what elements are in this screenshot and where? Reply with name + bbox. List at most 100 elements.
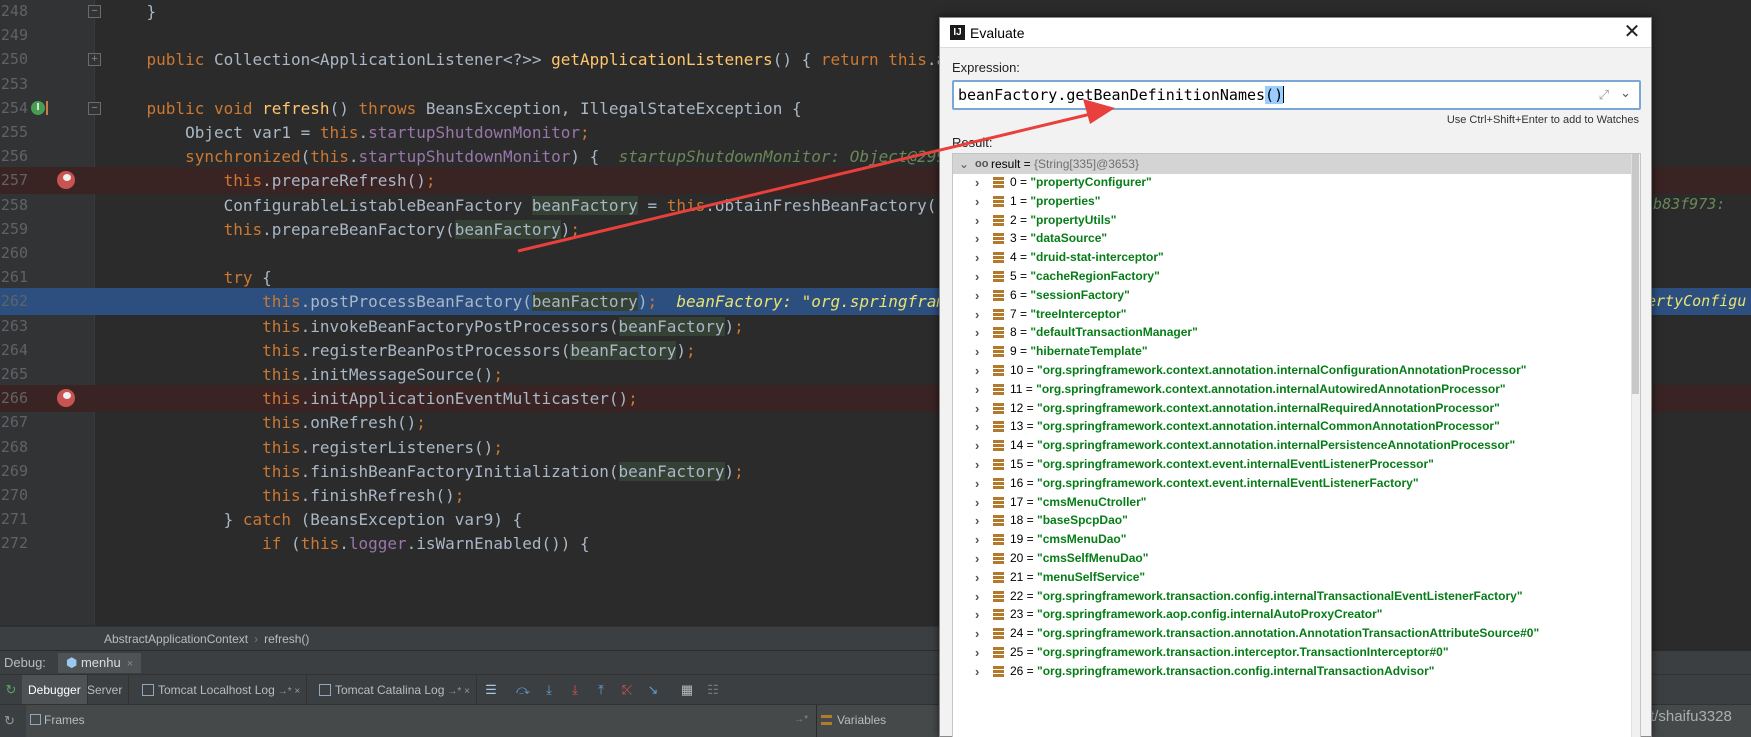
dialog-title-bar[interactable]: IJ Evaluate ✕: [940, 18, 1651, 48]
chevron-right-icon[interactable]: ›: [975, 605, 979, 624]
tree-row[interactable]: › 24 = "org.springframework.transaction.a…: [953, 624, 1640, 643]
line-number[interactable]: 261: [0, 264, 28, 291]
close-icon[interactable]: ×: [127, 658, 133, 670]
tree-row[interactable]: › 21 = "menuSelfService": [953, 568, 1640, 587]
chevron-down-icon[interactable]: ⌄: [959, 154, 969, 174]
tab-debugger[interactable]: Debugger: [22, 675, 88, 705]
implements-icon[interactable]: I: [31, 100, 45, 115]
chevron-right-icon[interactable]: ›: [975, 173, 979, 192]
tab-tomcat-localhost-log[interactable]: Tomcat Localhost Log →* ×: [136, 675, 308, 705]
result-root-row[interactable]: ⌄ oo result = {String[335]@3653}: [953, 154, 1640, 174]
tree-row[interactable]: › 23 = "org.springframework.aop.config.in…: [953, 605, 1640, 624]
tree-row[interactable]: › 0 = "propertyConfigurer": [953, 173, 1640, 192]
chevron-down-icon[interactable]: ⌄: [1620, 85, 1631, 101]
overrides-arrow-icon[interactable]: [46, 100, 50, 115]
line-number[interactable]: 249: [0, 22, 28, 49]
pin-icon[interactable]: →* ×: [278, 686, 301, 697]
line-number[interactable]: 264: [0, 337, 28, 364]
chevron-right-icon[interactable]: ›: [975, 493, 979, 512]
line-number[interactable]: 257: [0, 167, 28, 194]
chevron-right-icon[interactable]: ›: [975, 361, 979, 380]
tree-row[interactable]: › 11 = "org.springframework.context.annot…: [953, 380, 1640, 399]
scrollbar[interactable]: [1631, 154, 1640, 737]
tree-row[interactable]: › 9 = "hibernateTemplate": [953, 342, 1640, 361]
chevron-right-icon[interactable]: ›: [975, 342, 979, 361]
show-execution-point-icon[interactable]: ☰: [484, 683, 498, 697]
tree-row[interactable]: › 5 = "cacheRegionFactory": [953, 267, 1640, 286]
tree-row[interactable]: › 12 = "org.springframework.context.annot…: [953, 399, 1640, 418]
tab-tomcat-catalina-log[interactable]: Tomcat Catalina Log →* ×: [313, 675, 477, 705]
chevron-right-icon[interactable]: ›: [975, 248, 979, 267]
restore-layout-icon[interactable]: ↻: [4, 713, 15, 729]
line-number[interactable]: 263: [0, 313, 28, 340]
chevron-right-icon[interactable]: ›: [975, 549, 979, 568]
chevron-right-icon[interactable]: ›: [975, 587, 979, 606]
tree-row[interactable]: › 15 = "org.springframework.context.event…: [953, 455, 1640, 474]
chevron-right-icon[interactable]: ›: [975, 399, 979, 418]
line-number[interactable]: 255: [0, 119, 28, 146]
step-into-icon[interactable]: ⤓: [542, 683, 556, 697]
scrollbar-thumb[interactable]: [1632, 154, 1639, 394]
line-number[interactable]: 258: [0, 192, 28, 219]
tree-row[interactable]: › 16 = "org.springframework.context.event…: [953, 474, 1640, 493]
chevron-right-icon[interactable]: ›: [975, 436, 979, 455]
line-number[interactable]: 256: [0, 143, 28, 170]
tree-row[interactable]: › 26 = "org.springframework.transaction.c…: [953, 662, 1640, 681]
line-number[interactable]: 259: [0, 216, 28, 243]
pin-icon[interactable]: →*: [794, 705, 808, 735]
chevron-right-icon[interactable]: ›: [975, 568, 979, 587]
line-number[interactable]: 265: [0, 361, 28, 388]
result-tree[interactable]: ⌄ oo result = {String[335]@3653} › 0 = "p…: [952, 153, 1641, 737]
fold-toggle-icon[interactable]: +: [88, 53, 101, 67]
line-number[interactable]: 270: [0, 482, 28, 509]
line-number[interactable]: 272: [0, 530, 28, 557]
chevron-right-icon[interactable]: ›: [975, 286, 979, 305]
chevron-right-icon[interactable]: ›: [975, 192, 979, 211]
expand-icon[interactable]: ⤢: [1599, 87, 1609, 103]
evaluate-dialog[interactable]: IJ Evaluate ✕ Expression: beanFactory.ge…: [939, 17, 1652, 737]
tree-row[interactable]: › 6 = "sessionFactory": [953, 286, 1640, 305]
chevron-right-icon[interactable]: ›: [975, 455, 979, 474]
chevron-right-icon[interactable]: ›: [975, 662, 979, 681]
tree-row[interactable]: › 4 = "druid-stat-interceptor": [953, 248, 1640, 267]
breadcrumb-method[interactable]: refresh(): [264, 632, 309, 646]
tree-row[interactable]: › 2 = "propertyUtils": [953, 211, 1640, 230]
force-step-into-icon[interactable]: ⤓: [568, 683, 582, 697]
run-to-cursor-icon[interactable]: ↘: [646, 683, 660, 697]
line-number[interactable]: 262: [0, 288, 28, 315]
chevron-right-icon[interactable]: ›: [975, 380, 979, 399]
drop-frame-icon[interactable]: ⤪: [620, 683, 634, 697]
tree-row[interactable]: › 19 = "cmsMenuDao": [953, 530, 1640, 549]
tree-row[interactable]: › 14 = "org.springframework.context.annot…: [953, 436, 1640, 455]
chevron-right-icon[interactable]: ›: [975, 323, 979, 342]
chevron-right-icon[interactable]: ›: [975, 511, 979, 530]
chevron-right-icon[interactable]: ›: [975, 530, 979, 549]
tree-row[interactable]: › 13 = "org.springframework.context.annot…: [953, 417, 1640, 436]
step-out-icon[interactable]: ⤒: [594, 683, 608, 697]
chevron-right-icon[interactable]: ›: [975, 305, 979, 324]
evaluate-expression-icon[interactable]: ▦: [680, 683, 694, 697]
line-number[interactable]: 253: [0, 71, 28, 98]
line-number[interactable]: 260: [0, 240, 28, 267]
tree-row[interactable]: › 22 = "org.springframework.transaction.c…: [953, 587, 1640, 606]
rerun-icon[interactable]: ↻: [4, 683, 18, 697]
tree-row[interactable]: › 20 = "cmsSelfMenuDao": [953, 549, 1640, 568]
close-icon[interactable]: ✕: [1621, 21, 1643, 43]
fold-toggle-icon[interactable]: −: [88, 101, 101, 115]
chevron-right-icon[interactable]: ›: [975, 643, 979, 662]
tree-row[interactable]: › 8 = "defaultTransactionManager": [953, 323, 1640, 342]
line-number[interactable]: 254: [0, 95, 28, 122]
chevron-right-icon[interactable]: ›: [975, 474, 979, 493]
chevron-right-icon[interactable]: ›: [975, 417, 979, 436]
frames-header[interactable]: Frames →*: [26, 705, 816, 737]
expression-input[interactable]: beanFactory.getBeanDefinitionNames() ⤢ ⌄: [952, 80, 1641, 110]
line-number[interactable]: 271: [0, 506, 28, 533]
line-number[interactable]: 250: [0, 46, 28, 73]
line-number[interactable]: 267: [0, 409, 28, 436]
chevron-right-icon[interactable]: ›: [975, 229, 979, 248]
chevron-right-icon[interactable]: ›: [975, 267, 979, 286]
chevron-right-icon[interactable]: ›: [975, 211, 979, 230]
step-over-icon[interactable]: ⤼: [516, 683, 530, 697]
tree-row[interactable]: › 17 = "cmsMenuCtroller": [953, 493, 1640, 512]
line-number[interactable]: 268: [0, 434, 28, 461]
